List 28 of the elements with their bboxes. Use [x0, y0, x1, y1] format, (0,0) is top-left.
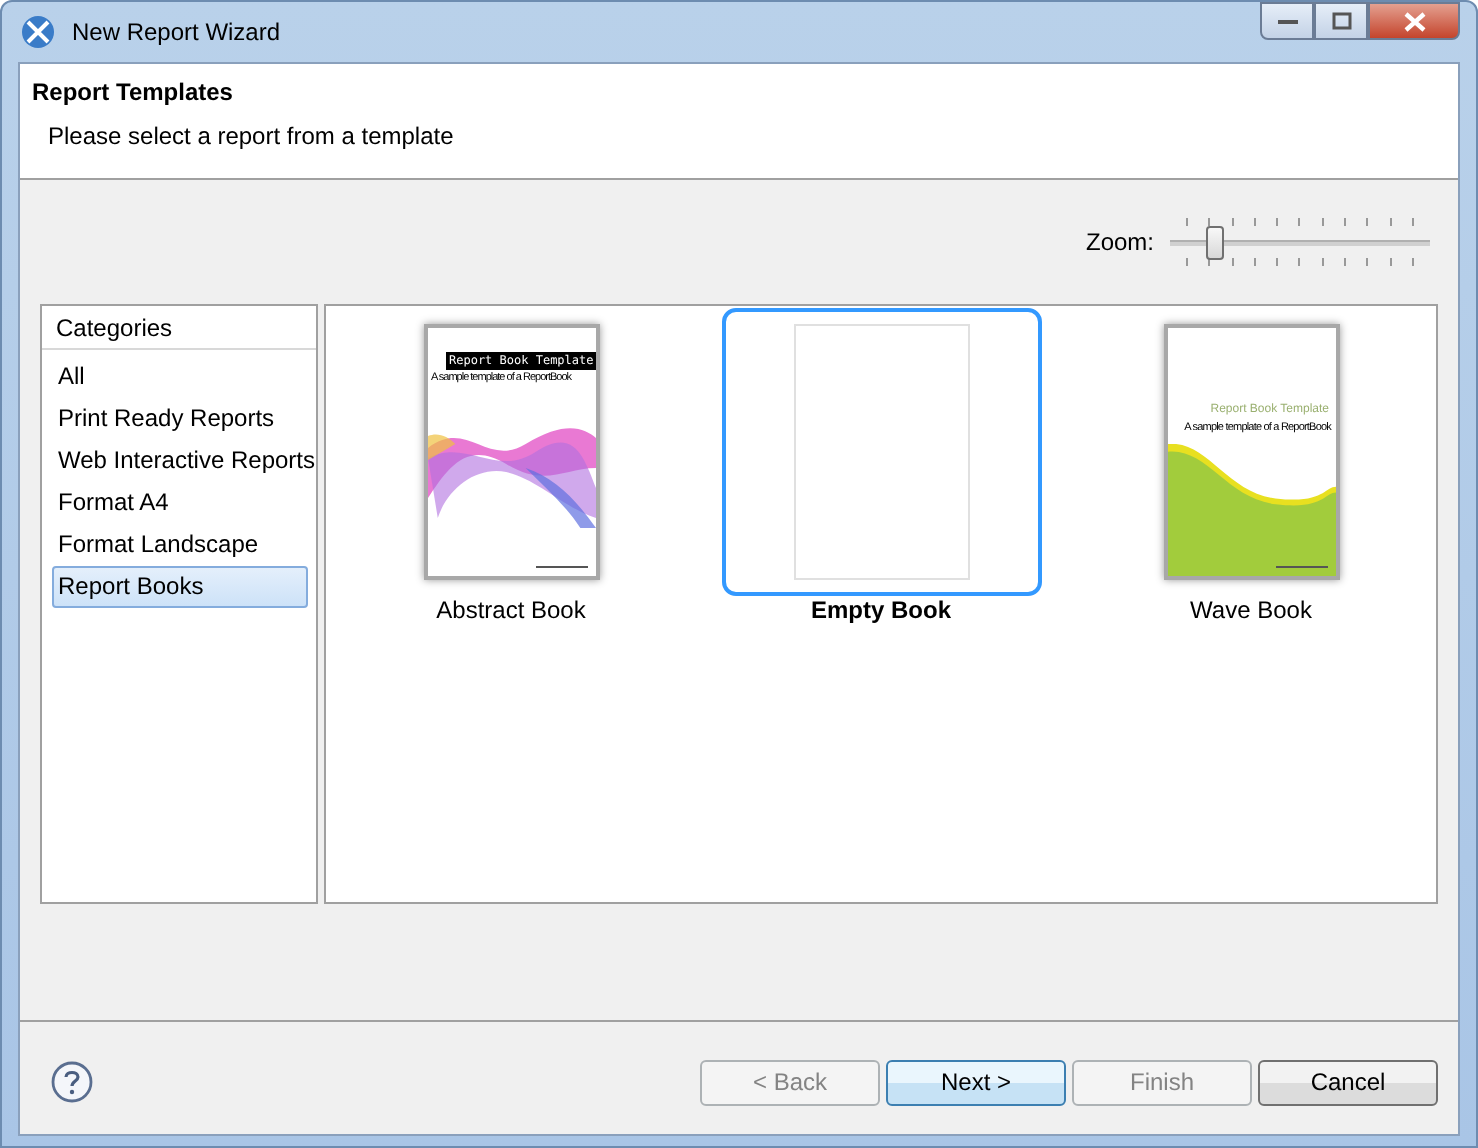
template-tile[interactable] [721, 308, 1041, 596]
footer-mark [535, 566, 587, 568]
app-icon [20, 14, 56, 50]
template-name: Wave Book [1190, 596, 1312, 624]
close-icon [1403, 11, 1425, 31]
maximize-icon [1331, 12, 1351, 30]
category-item[interactable]: All [52, 356, 308, 398]
category-item[interactable]: Format Landscape [52, 524, 308, 566]
slider-thumb[interactable] [1205, 226, 1224, 260]
maximize-button[interactable] [1314, 2, 1368, 40]
help-icon[interactable] [50, 1060, 94, 1104]
zoom-slider[interactable] [1166, 214, 1434, 270]
close-button[interactable] [1368, 2, 1460, 40]
list-heading: Categories [42, 310, 316, 350]
template-name: Abstract Book [436, 596, 586, 624]
category-item[interactable]: Report Books [52, 566, 308, 608]
window-title: New Report Wizard [72, 18, 281, 46]
minimize-icon [1277, 17, 1297, 25]
template-name: Empty Book [810, 596, 951, 624]
minimize-button[interactable] [1260, 2, 1314, 40]
category-item[interactable]: Print Ready Reports [52, 398, 308, 440]
footer-mark [1275, 566, 1327, 568]
wizard-button[interactable]: Next > [886, 1059, 1066, 1105]
page-description: Please select a report from a template [46, 122, 456, 150]
zoom-label: Zoom: [1085, 228, 1154, 256]
category-item[interactable]: Format A4 [52, 482, 308, 524]
page-title: Report Templates [32, 78, 235, 106]
wizard-button[interactable]: Cancel [1258, 1059, 1438, 1105]
